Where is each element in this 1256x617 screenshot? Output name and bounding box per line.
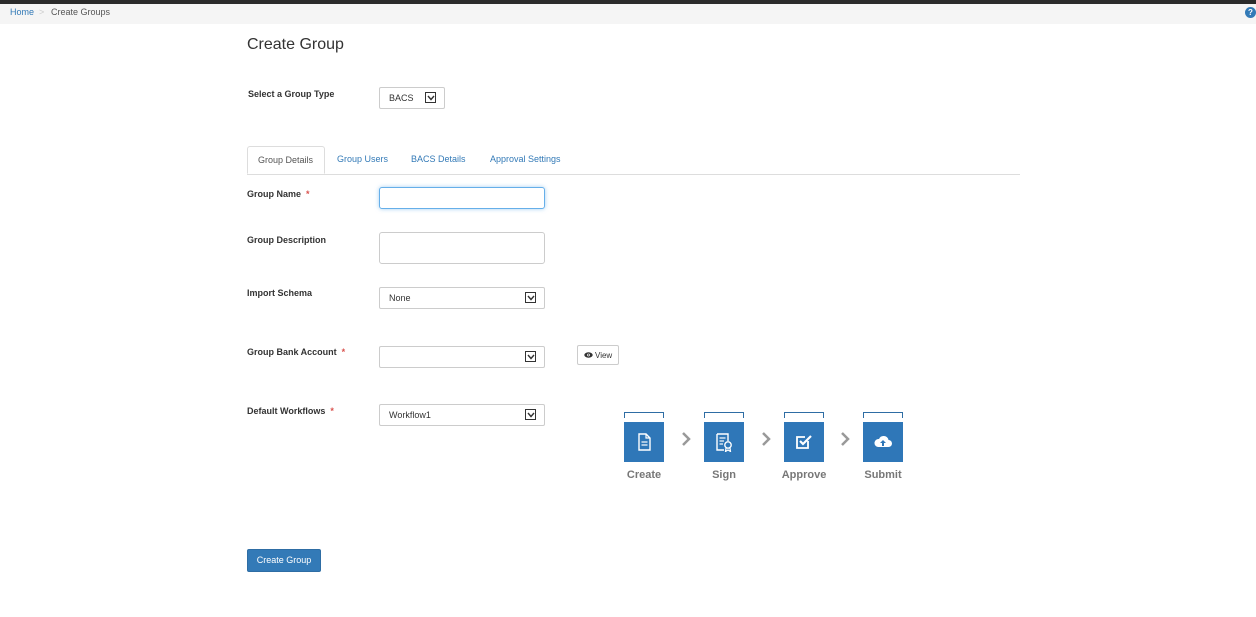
import-schema-select[interactable]: None	[379, 287, 545, 309]
certificate-icon	[704, 422, 744, 462]
breadcrumb: Home > Create Groups ?	[0, 4, 1256, 24]
group-name-input[interactable]	[379, 187, 545, 209]
tab-bacs-details[interactable]: BACS Details	[401, 146, 476, 174]
workflow-step-label: Submit	[864, 469, 902, 481]
workflow-step-tab	[624, 412, 664, 418]
group-type-label: Select a Group Type	[248, 89, 335, 99]
default-workflows-value: Workflow1	[389, 410, 431, 420]
chevron-right-icon	[762, 432, 771, 446]
chevron-right-icon	[682, 432, 691, 446]
approve-check-icon	[784, 422, 824, 462]
workflow-step-label: Approve	[781, 469, 827, 481]
tab-approval-settings[interactable]: Approval Settings	[480, 146, 571, 174]
default-workflows-select[interactable]: Workflow1	[379, 404, 545, 426]
group-type-select[interactable]: BACS	[379, 87, 445, 109]
required-marker: *	[330, 406, 334, 416]
help-icon[interactable]: ?	[1245, 7, 1256, 18]
document-icon	[624, 422, 664, 462]
group-description-label: Group Description	[247, 235, 327, 245]
group-name-label-text: Group Name	[247, 189, 302, 199]
default-workflows-label: Default Workflows *	[247, 406, 334, 416]
view-button-label: View	[595, 351, 613, 360]
import-schema-value: None	[389, 293, 411, 303]
group-bank-account-label: Group Bank Account *	[247, 347, 345, 357]
breadcrumb-home-link[interactable]: Home	[10, 4, 34, 21]
workflow-step-label: Create	[626, 469, 662, 481]
chevron-down-icon	[525, 292, 536, 303]
default-workflows-label-text: Default Workflows	[247, 406, 326, 416]
chevron-down-icon	[425, 92, 436, 103]
group-type-value: BACS	[389, 93, 414, 103]
required-marker: *	[306, 189, 310, 199]
group-description-input[interactable]	[379, 232, 545, 264]
page-title: Create Group	[247, 36, 344, 53]
breadcrumb-separator: >	[39, 7, 45, 17]
group-bank-account-label-text: Group Bank Account	[247, 347, 337, 357]
chevron-right-icon	[841, 432, 850, 446]
tab-bar: Group Details Group Users BACS Details A…	[247, 146, 1020, 175]
chevron-down-icon	[525, 351, 536, 362]
tab-group-users[interactable]: Group Users	[327, 146, 398, 174]
view-bank-account-button[interactable]: View	[577, 345, 619, 365]
eye-icon	[584, 351, 593, 360]
required-marker: *	[341, 347, 346, 357]
workflow-step-tab	[704, 412, 744, 418]
workflow-step-tab	[863, 412, 903, 418]
workflow-step-label: Sign	[712, 469, 736, 481]
group-bank-account-select[interactable]	[379, 346, 545, 368]
create-group-button[interactable]: Create Group	[247, 549, 321, 572]
breadcrumb-current: Create Groups	[51, 7, 111, 17]
workflow-step-tab	[784, 412, 824, 418]
cloud-upload-icon	[863, 422, 903, 462]
chevron-down-icon	[525, 409, 536, 420]
import-schema-label: Import Schema	[247, 288, 313, 298]
tab-group-details[interactable]: Group Details	[247, 146, 325, 174]
group-name-label: Group Name *	[247, 189, 310, 199]
